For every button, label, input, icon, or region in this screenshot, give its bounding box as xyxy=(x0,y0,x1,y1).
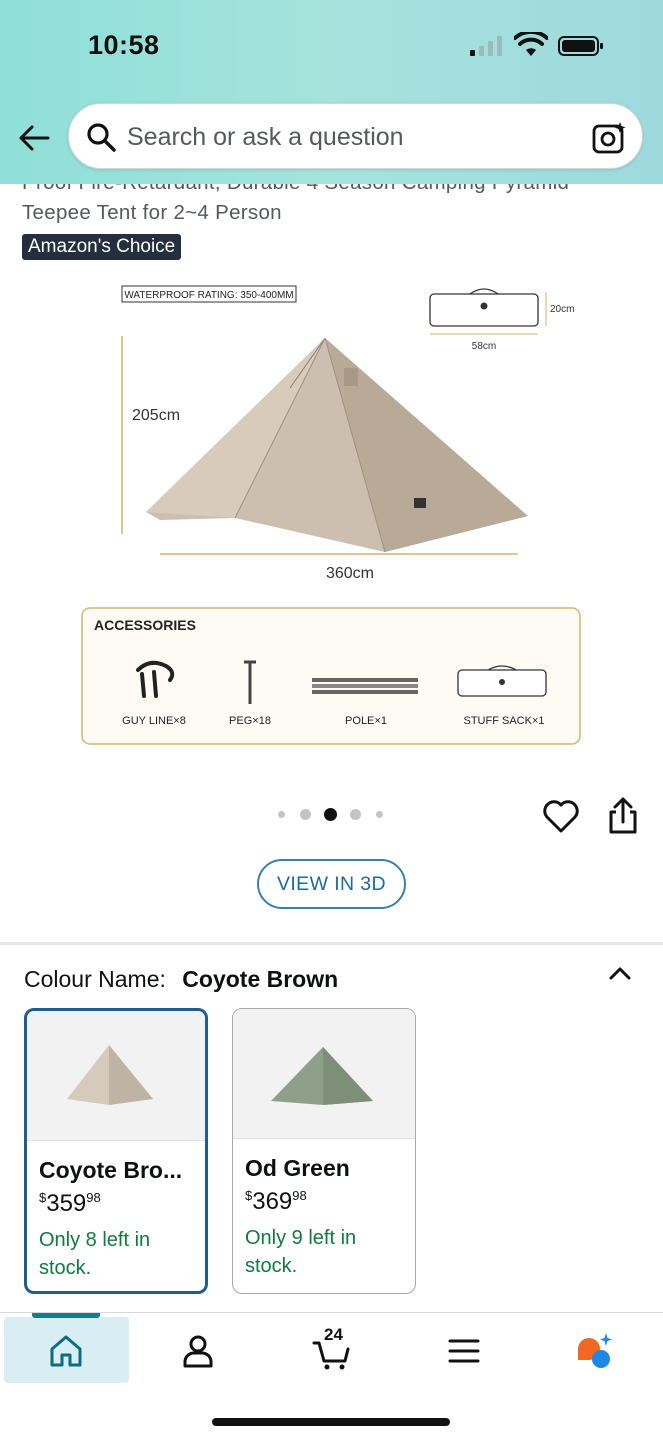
tent-height-label: 205cm xyxy=(132,407,180,424)
product-title-line-2: Teepee Tent for 2~4 Person xyxy=(22,201,282,224)
colour-option-price: $35998 xyxy=(39,1190,101,1217)
colour-option-stock: Only 9 left in stock. xyxy=(245,1227,357,1277)
amazons-choice-badge: Amazon's Choice xyxy=(22,234,182,260)
colour-option-name: Coyote Bro... xyxy=(39,1157,183,1183)
back-arrow-icon[interactable] xyxy=(16,120,52,156)
carousel-dot[interactable] xyxy=(350,809,361,820)
bag-width-label: 58cm xyxy=(472,341,496,352)
home-indicator-bar[interactable] xyxy=(212,1418,450,1426)
app-header: 10:58 Search or ask a question xyxy=(0,0,663,184)
chevron-up-icon[interactable] xyxy=(606,962,634,984)
colour-option-image xyxy=(233,1009,415,1139)
heart-icon[interactable] xyxy=(542,798,580,834)
accessory-pole: POLE×1 xyxy=(345,715,387,727)
search-input[interactable]: Search or ask a question xyxy=(68,103,643,169)
colour-option-price: $36998 xyxy=(245,1188,307,1215)
tent-width-label: 360cm xyxy=(326,565,374,582)
colour-option-od-green[interactable]: Od Green $36998 Only 9 left in stock. xyxy=(232,1008,416,1294)
colour-name-row: Colour Name: Coyote Brown xyxy=(24,966,338,993)
accessory-guy-line: GUY LINE×8 xyxy=(122,715,186,727)
rufus-assistant-icon[interactable] xyxy=(574,1331,614,1371)
view-in-3d-button[interactable]: VIEW IN 3D xyxy=(257,859,406,909)
wifi-icon xyxy=(514,32,548,56)
bag-height-label: 20cm xyxy=(550,304,574,315)
waterproof-rating-label: WATERPROOF RATING: 350-400MM xyxy=(124,290,293,301)
accessory-peg: PEG×18 xyxy=(229,715,271,727)
carousel-dot-active[interactable] xyxy=(324,808,337,821)
cellular-signal-icon xyxy=(470,36,502,56)
cart-count-badge: 24 xyxy=(324,1325,343,1344)
accessories-title: ACCESSORIES xyxy=(94,617,196,633)
share-icon[interactable] xyxy=(604,796,642,836)
colour-name-label: Colour Name: xyxy=(24,966,166,992)
carousel-dot[interactable] xyxy=(278,811,285,818)
nav-active-indicator xyxy=(32,1313,100,1318)
colour-option-stock: Only 8 left in stock. xyxy=(39,1229,151,1279)
accessory-stuff-sack: STUFF SACK×1 xyxy=(464,715,545,727)
colour-name-value: Coyote Brown xyxy=(182,966,339,992)
colour-option-coyote-brown[interactable]: Coyote Bro... $35998 Only 8 left in stoc… xyxy=(24,1008,208,1294)
search-placeholder: Search or ask a question xyxy=(127,123,404,151)
home-icon[interactable] xyxy=(46,1331,86,1371)
carousel-dots[interactable] xyxy=(276,807,388,823)
menu-icon[interactable] xyxy=(444,1331,484,1371)
battery-icon xyxy=(558,36,603,56)
carousel-dot[interactable] xyxy=(376,811,383,818)
carousel-dot[interactable] xyxy=(300,809,311,820)
status-time: 10:58 xyxy=(88,30,160,60)
product-image[interactable]: WATERPROOF RATING: 350-400MM 20cm 58cm 2… xyxy=(80,276,590,756)
account-icon[interactable] xyxy=(178,1331,218,1371)
colour-option-name: Od Green xyxy=(245,1155,350,1181)
search-icon xyxy=(87,123,116,152)
camera-lens-icon[interactable] xyxy=(591,120,627,156)
section-divider xyxy=(0,942,663,945)
colour-option-image xyxy=(27,1011,205,1141)
